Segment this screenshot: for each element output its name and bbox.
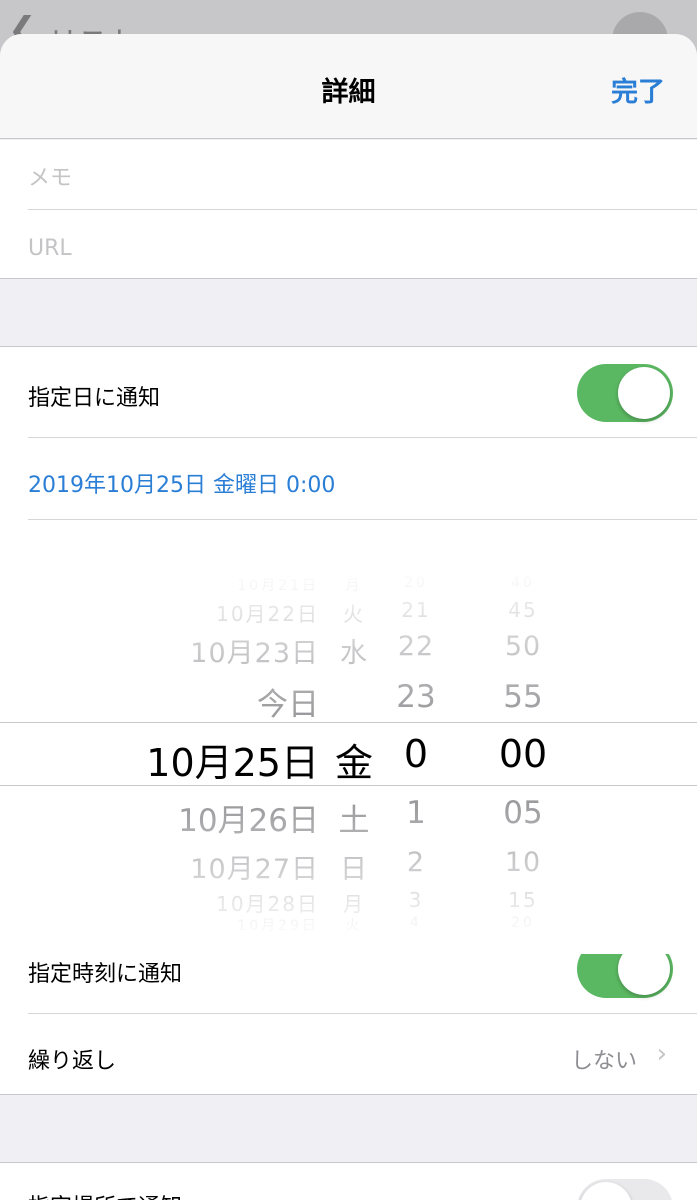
date-alarm-toggle[interactable] [577,364,673,422]
picker-minute-cell: 55 [503,678,543,715]
detail-sheet: 詳細 完了 指定日に通知 2019年10月25日 金曜日 0:00 指定時刻に通… [0,34,697,1200]
divider [28,519,697,520]
picker-weekday-cell: 月 [343,891,365,916]
picker-minute-cell: 10 [504,847,542,879]
picker-minute-cell: 00 [498,732,548,777]
picker-selected-row[interactable]: 10月25日金 0 00 [0,732,697,792]
picker-row[interactable]: 10月26日土 1 05 [0,795,697,855]
picker-hour-cell: 21 [401,597,431,622]
picker-date-cell: 10月23日 [190,638,319,670]
picker-weekday-cell: 土 [338,802,370,839]
picker-date-cell: 10月25日 [146,741,319,786]
location-alarm-label: 指定場所で通知 [28,1189,182,1200]
memo-field[interactable] [28,160,668,196]
divider [28,437,697,438]
toggle-knob [618,367,670,419]
date-alarm-label: 指定日に通知 [28,386,161,411]
repeat-value[interactable]: しない [571,1043,637,1075]
picker-hour-cell: 3 [408,887,424,912]
picker-hour-cell: 4 [410,915,422,932]
toggle-knob [580,1182,632,1200]
picker-date-cell: 10月27日 [190,854,319,886]
picker-hour-cell: 22 [397,631,435,663]
time-alarm-label: 指定時刻に通知 [28,962,183,987]
picker-hour-cell: 0 [403,732,429,777]
picker-row[interactable]: 10月29日 火 4 20 [0,915,697,954]
done-button[interactable]: 完了 [611,70,665,109]
url-field[interactable] [28,230,668,266]
picker-weekday-cell: 日 [340,854,368,886]
picker-row[interactable]: 今日 23 55 [0,679,697,739]
picker-date-cell: 10月21日 [237,578,319,595]
picker-minute-cell: 40 [511,575,535,592]
picker-weekday-cell: 金 [334,741,373,786]
picker-hour-cell: 2 [406,847,426,879]
chevron-right-icon[interactable]: › [657,1039,667,1069]
notes-group [0,140,697,279]
picker-date-cell: 今日 [257,686,319,723]
picker-date-cell: 10月22日 [216,601,319,626]
picker-hour-cell: 20 [404,575,428,592]
divider [28,1013,697,1014]
repeat-label: 繰り返し [28,1049,117,1074]
location-group: 指定場所で通知 [0,1162,697,1200]
picker-date-cell: 10月29日 [237,918,319,935]
picker-minute-cell: 05 [503,794,543,831]
date-time-picker[interactable]: 10月21日月 20 40 10月22日火 21 45 10月23日水 22 50 今日 23 55 1… [0,554,697,954]
divider [28,209,697,210]
picker-hour-cell: 1 [406,794,426,831]
picker-minute-cell: 50 [504,631,542,663]
picker-minute-cell: 45 [508,597,538,622]
picker-minute-cell: 15 [508,887,538,912]
picker-minute-cell: 20 [511,915,535,932]
location-alarm-toggle[interactable] [577,1179,673,1200]
picker-weekday-cell: 火 [343,601,365,626]
picker-weekday-cell: 火 [345,918,363,935]
page-title: 詳細 [321,77,376,108]
picker-weekday-cell: 水 [340,638,368,670]
picker-weekday-cell: 月 [345,578,363,595]
picker-hour-cell: 23 [396,678,436,715]
picker-date-cell: 10月26日 [178,802,319,839]
selected-date-link[interactable]: 2019年10月25日 金曜日 0:00 [28,467,335,499]
sheet-header: 詳細 完了 [0,34,697,139]
picker-date-cell: 10月28日 [216,891,319,916]
